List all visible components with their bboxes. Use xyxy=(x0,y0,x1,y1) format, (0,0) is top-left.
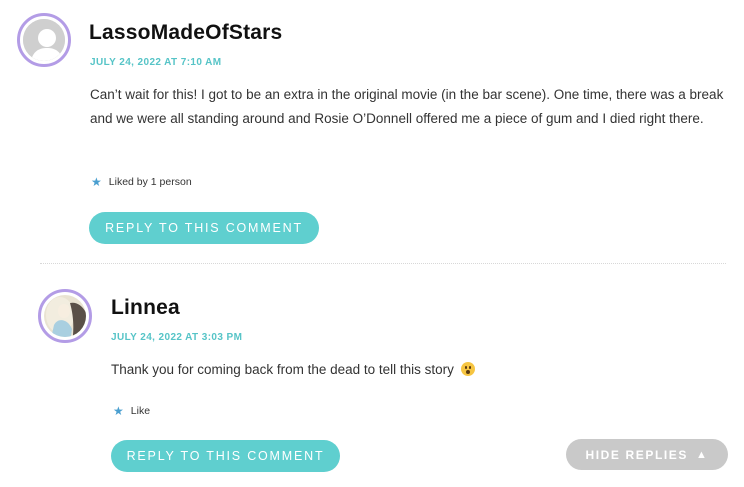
reply-button[interactable]: REPLY TO THIS COMMENT xyxy=(111,440,340,472)
avatar[interactable] xyxy=(17,13,71,67)
comment-divider xyxy=(40,263,726,264)
like-label: Liked by 1 person xyxy=(108,176,192,188)
default-person-icon xyxy=(23,19,65,61)
comment-text: Can’t wait for this! I got to be an extr… xyxy=(90,87,724,126)
comment-text-content: Thank you for coming back from the dead … xyxy=(111,362,454,377)
reply-button[interactable]: REPLY TO THIS COMMENT xyxy=(89,212,319,244)
comment-date[interactable]: JULY 24, 2022 AT 3:03 PM xyxy=(111,332,242,343)
star-icon: ★ xyxy=(113,404,124,418)
like-button[interactable]: ★ Like xyxy=(113,404,150,418)
comment-author[interactable]: LassoMadeOfStars xyxy=(89,21,282,45)
astonished-face-icon xyxy=(460,362,475,376)
hide-replies-label: HIDE REPLIES xyxy=(585,447,689,462)
avatar[interactable] xyxy=(38,289,92,343)
star-icon: ★ xyxy=(91,175,102,189)
triangle-up-icon: ▲ xyxy=(696,448,709,461)
like-label: Like xyxy=(130,405,151,417)
hide-replies-button[interactable]: HIDE REPLIES ▲ xyxy=(566,439,728,470)
comment-text: Thank you for coming back from the dead … xyxy=(111,358,711,382)
comment-date[interactable]: JULY 24, 2022 AT 7:10 AM xyxy=(90,57,222,68)
comment-author[interactable]: Linnea xyxy=(111,296,180,320)
like-status[interactable]: ★ Liked by 1 person xyxy=(91,175,192,189)
user-photo xyxy=(44,295,86,337)
